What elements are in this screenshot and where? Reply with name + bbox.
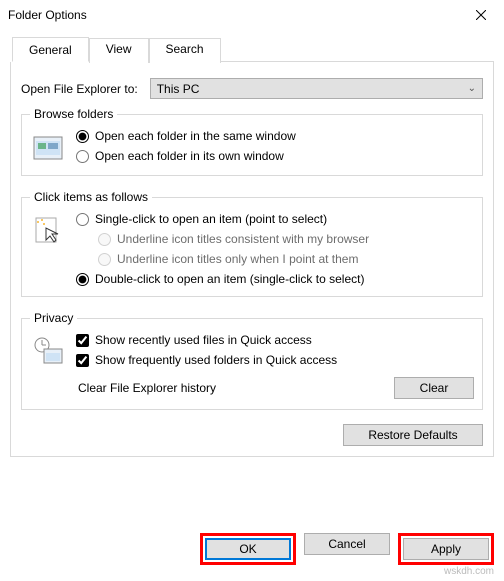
frequent-folders-checkbox[interactable] [76, 354, 89, 367]
click-icon [30, 212, 66, 248]
single-click-option[interactable]: Single-click to open an item (point to s… [76, 212, 369, 226]
single-click-label: Single-click to open an item (point to s… [95, 212, 327, 226]
recent-files-label: Show recently used files in Quick access [95, 333, 312, 347]
underline-point-label: Underline icon titles only when I point … [117, 252, 358, 266]
general-panel: Open File Explorer to: This PC ⌄ Browse … [10, 62, 494, 457]
open-explorer-value: This PC [157, 82, 200, 96]
clear-button[interactable]: Clear [394, 377, 474, 399]
tab-search[interactable]: Search [149, 38, 221, 63]
underline-point-option: Underline icon titles only when I point … [98, 252, 369, 266]
privacy-group: Privacy Show recently used files in Quic… [21, 311, 483, 410]
browse-own-radio[interactable] [76, 150, 89, 163]
underline-browser-option: Underline icon titles consistent with my… [98, 232, 369, 246]
tab-strip: General View Search [12, 36, 494, 62]
restore-defaults-button[interactable]: Restore Defaults [343, 424, 483, 446]
titlebar: Folder Options [0, 0, 504, 30]
tab-general[interactable]: General [12, 37, 89, 62]
double-click-option[interactable]: Double-click to open an item (single-cli… [76, 272, 369, 286]
frequent-folders-option[interactable]: Show frequently used folders in Quick ac… [76, 353, 474, 367]
window-title: Folder Options [8, 8, 87, 22]
underline-browser-label: Underline icon titles consistent with my… [117, 232, 369, 246]
underline-point-radio [98, 253, 111, 266]
clear-history-row: Clear File Explorer history Clear [78, 377, 474, 399]
chevron-down-icon: ⌄ [468, 83, 476, 94]
recent-files-checkbox[interactable] [76, 334, 89, 347]
open-explorer-label: Open File Explorer to: [21, 82, 138, 96]
browse-same-radio[interactable] [76, 130, 89, 143]
browse-same-label: Open each folder in the same window [95, 129, 296, 143]
restore-row: Restore Defaults [21, 424, 483, 446]
open-explorer-row: Open File Explorer to: This PC ⌄ [21, 78, 483, 99]
browse-folders-group: Browse folders Open each folder in the s… [21, 107, 483, 176]
double-click-radio[interactable] [76, 273, 89, 286]
privacy-icon [30, 333, 66, 369]
browse-own-option[interactable]: Open each folder in its own window [76, 149, 296, 163]
frequent-folders-label: Show frequently used folders in Quick ac… [95, 353, 337, 367]
open-explorer-dropdown[interactable]: This PC ⌄ [150, 78, 483, 99]
cancel-button[interactable]: Cancel [304, 533, 390, 555]
clear-history-label: Clear File Explorer history [78, 381, 216, 395]
folder-icon [30, 129, 66, 165]
ok-highlight: OK [200, 533, 296, 565]
dialog-footer: OK Cancel Apply [200, 533, 494, 565]
underline-browser-radio [98, 233, 111, 246]
apply-highlight: Apply [398, 533, 494, 565]
dialog-content: General View Search Open File Explorer t… [0, 30, 504, 457]
click-items-legend: Click items as follows [30, 190, 152, 204]
double-click-label: Double-click to open an item (single-cli… [95, 272, 364, 286]
recent-files-option[interactable]: Show recently used files in Quick access [76, 333, 474, 347]
close-button[interactable] [458, 0, 504, 30]
apply-button[interactable]: Apply [403, 538, 489, 560]
ok-button[interactable]: OK [205, 538, 291, 560]
browse-same-option[interactable]: Open each folder in the same window [76, 129, 296, 143]
browse-own-label: Open each folder in its own window [95, 149, 284, 163]
click-items-group: Click items as follows Single-click to o… [21, 190, 483, 297]
close-icon [476, 10, 486, 20]
single-click-radio[interactable] [76, 213, 89, 226]
privacy-legend: Privacy [30, 311, 77, 325]
tab-view[interactable]: View [89, 38, 149, 63]
watermark: wskdh.com [444, 566, 494, 577]
browse-folders-legend: Browse folders [30, 107, 117, 121]
